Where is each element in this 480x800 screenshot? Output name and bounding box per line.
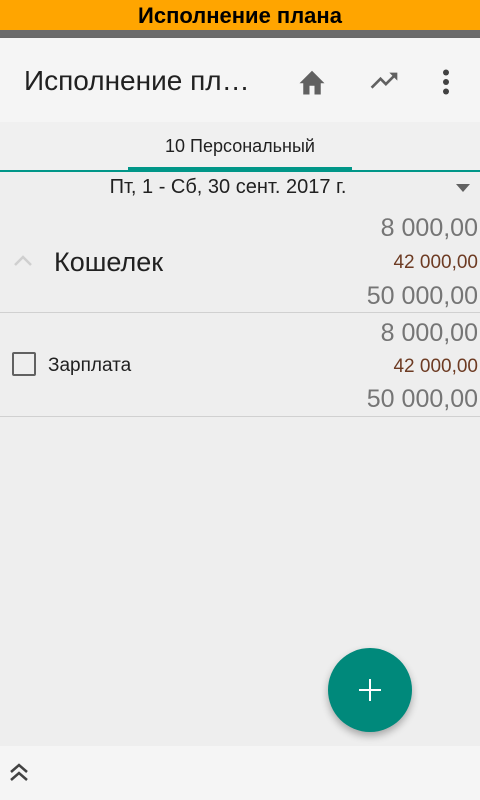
- title-divider: [0, 30, 480, 38]
- more-vert-icon: [443, 69, 449, 95]
- tab-indicator: [128, 167, 352, 170]
- item-name: Зарплата: [48, 355, 132, 376]
- item-plan-amount: 8 000,00: [380, 319, 478, 347]
- double-chevron-up-icon[interactable]: [8, 762, 30, 782]
- group-name: Кошелек: [54, 247, 164, 277]
- chevron-up-icon[interactable]: [14, 255, 32, 266]
- window-title: Исполнение плана: [0, 0, 480, 30]
- group-row[interactable]: Кошелек 8 000,00 42 000,00 50 000,00: [0, 210, 480, 313]
- home-button[interactable]: [288, 58, 336, 106]
- list-item[interactable]: Зарплата 8 000,00 42 000,00 50 000,00: [0, 313, 480, 417]
- period-label: Пт, 1 - Сб, 30 сент. 2017 г.: [109, 176, 347, 198]
- group-total-amount: 50 000,00: [366, 282, 478, 310]
- home-icon: [299, 70, 325, 95]
- item-done-amount: 42 000,00: [393, 356, 478, 377]
- plus-icon: [359, 679, 381, 701]
- trending-up-icon: [370, 72, 398, 89]
- tab-personal[interactable]: 10 Персональный: [128, 136, 352, 157]
- dropdown-arrow-icon: [456, 184, 470, 192]
- page-title: Исполнение пл…: [24, 65, 250, 96]
- bottom-bar: [0, 746, 480, 800]
- period-selector[interactable]: Пт, 1 - Сб, 30 сент. 2017 г.: [0, 172, 480, 208]
- item-total-amount: 50 000,00: [366, 385, 478, 413]
- group-done-amount: 42 000,00: [393, 252, 478, 273]
- group-plan-amount: 8 000,00: [380, 214, 478, 242]
- add-button[interactable]: [328, 648, 412, 732]
- app-bar: Исполнение пл…: [0, 38, 480, 122]
- overflow-menu-button[interactable]: [422, 58, 470, 106]
- trend-button[interactable]: [360, 58, 408, 106]
- tab-bar: 10 Персональный: [0, 122, 480, 172]
- item-checkbox[interactable]: [12, 352, 36, 376]
